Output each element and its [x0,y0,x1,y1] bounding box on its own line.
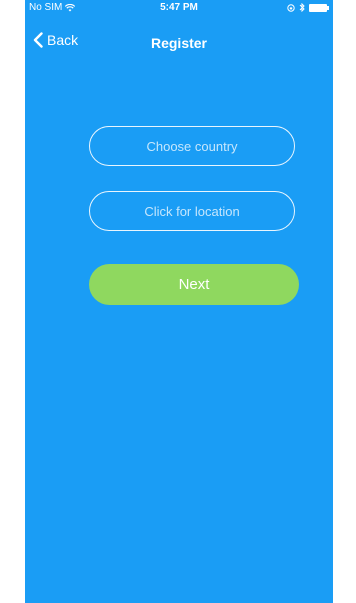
bluetooth-icon [299,3,305,12]
page-title: Register [150,35,208,51]
location-placeholder: Click for location [144,203,240,219]
rotation-lock-icon [287,3,295,12]
location-field[interactable]: Click for location [89,191,295,231]
register-screen: No SIM 5:47 PM Back Register Choose coun… [25,0,333,603]
status-right [287,3,329,12]
next-label: Next [178,276,210,293]
status-bar: No SIM 5:47 PM [25,0,333,16]
navigation-bar: Back Register [25,26,333,62]
next-button[interactable]: Next [89,264,299,305]
choose-country-field[interactable]: Choose country [89,126,295,166]
battery-icon [309,3,329,12]
country-placeholder: Choose country [146,138,238,154]
